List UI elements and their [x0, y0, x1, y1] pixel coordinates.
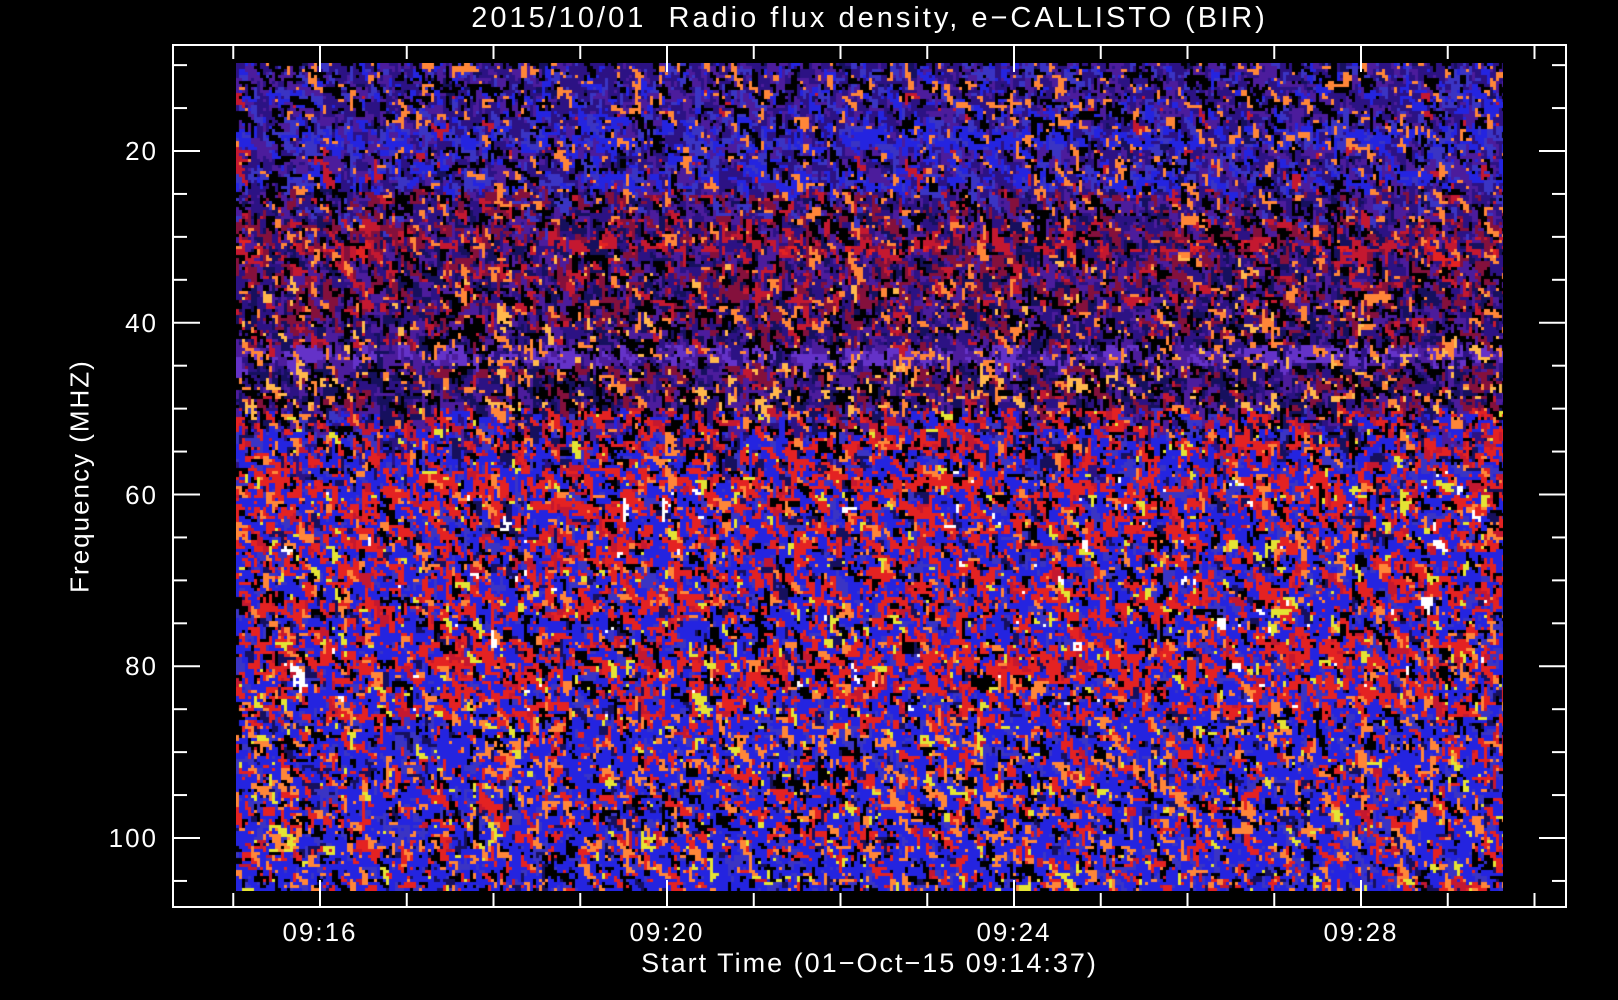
x-tick-label: 09:28	[1323, 917, 1399, 947]
y-tick-label: 20	[125, 136, 158, 166]
spectrogram-figure: 2015/10/01 Radio flux density, e−CALLIST…	[0, 0, 1618, 1000]
x-tick-label: 09:20	[629, 917, 705, 947]
y-tick-label: 80	[125, 651, 158, 682]
y-tick-label: 40	[125, 307, 158, 338]
y-tick-label: 60	[125, 479, 158, 510]
x-tick-label: 09:16	[282, 917, 358, 947]
axis-frame	[172, 44, 1567, 908]
x-axis-title: Start Time (01−Oct−15 09:14:37)	[641, 948, 1098, 978]
y-tick-label: 100	[108, 823, 158, 853]
x-tick-label: 09:24	[976, 917, 1052, 947]
